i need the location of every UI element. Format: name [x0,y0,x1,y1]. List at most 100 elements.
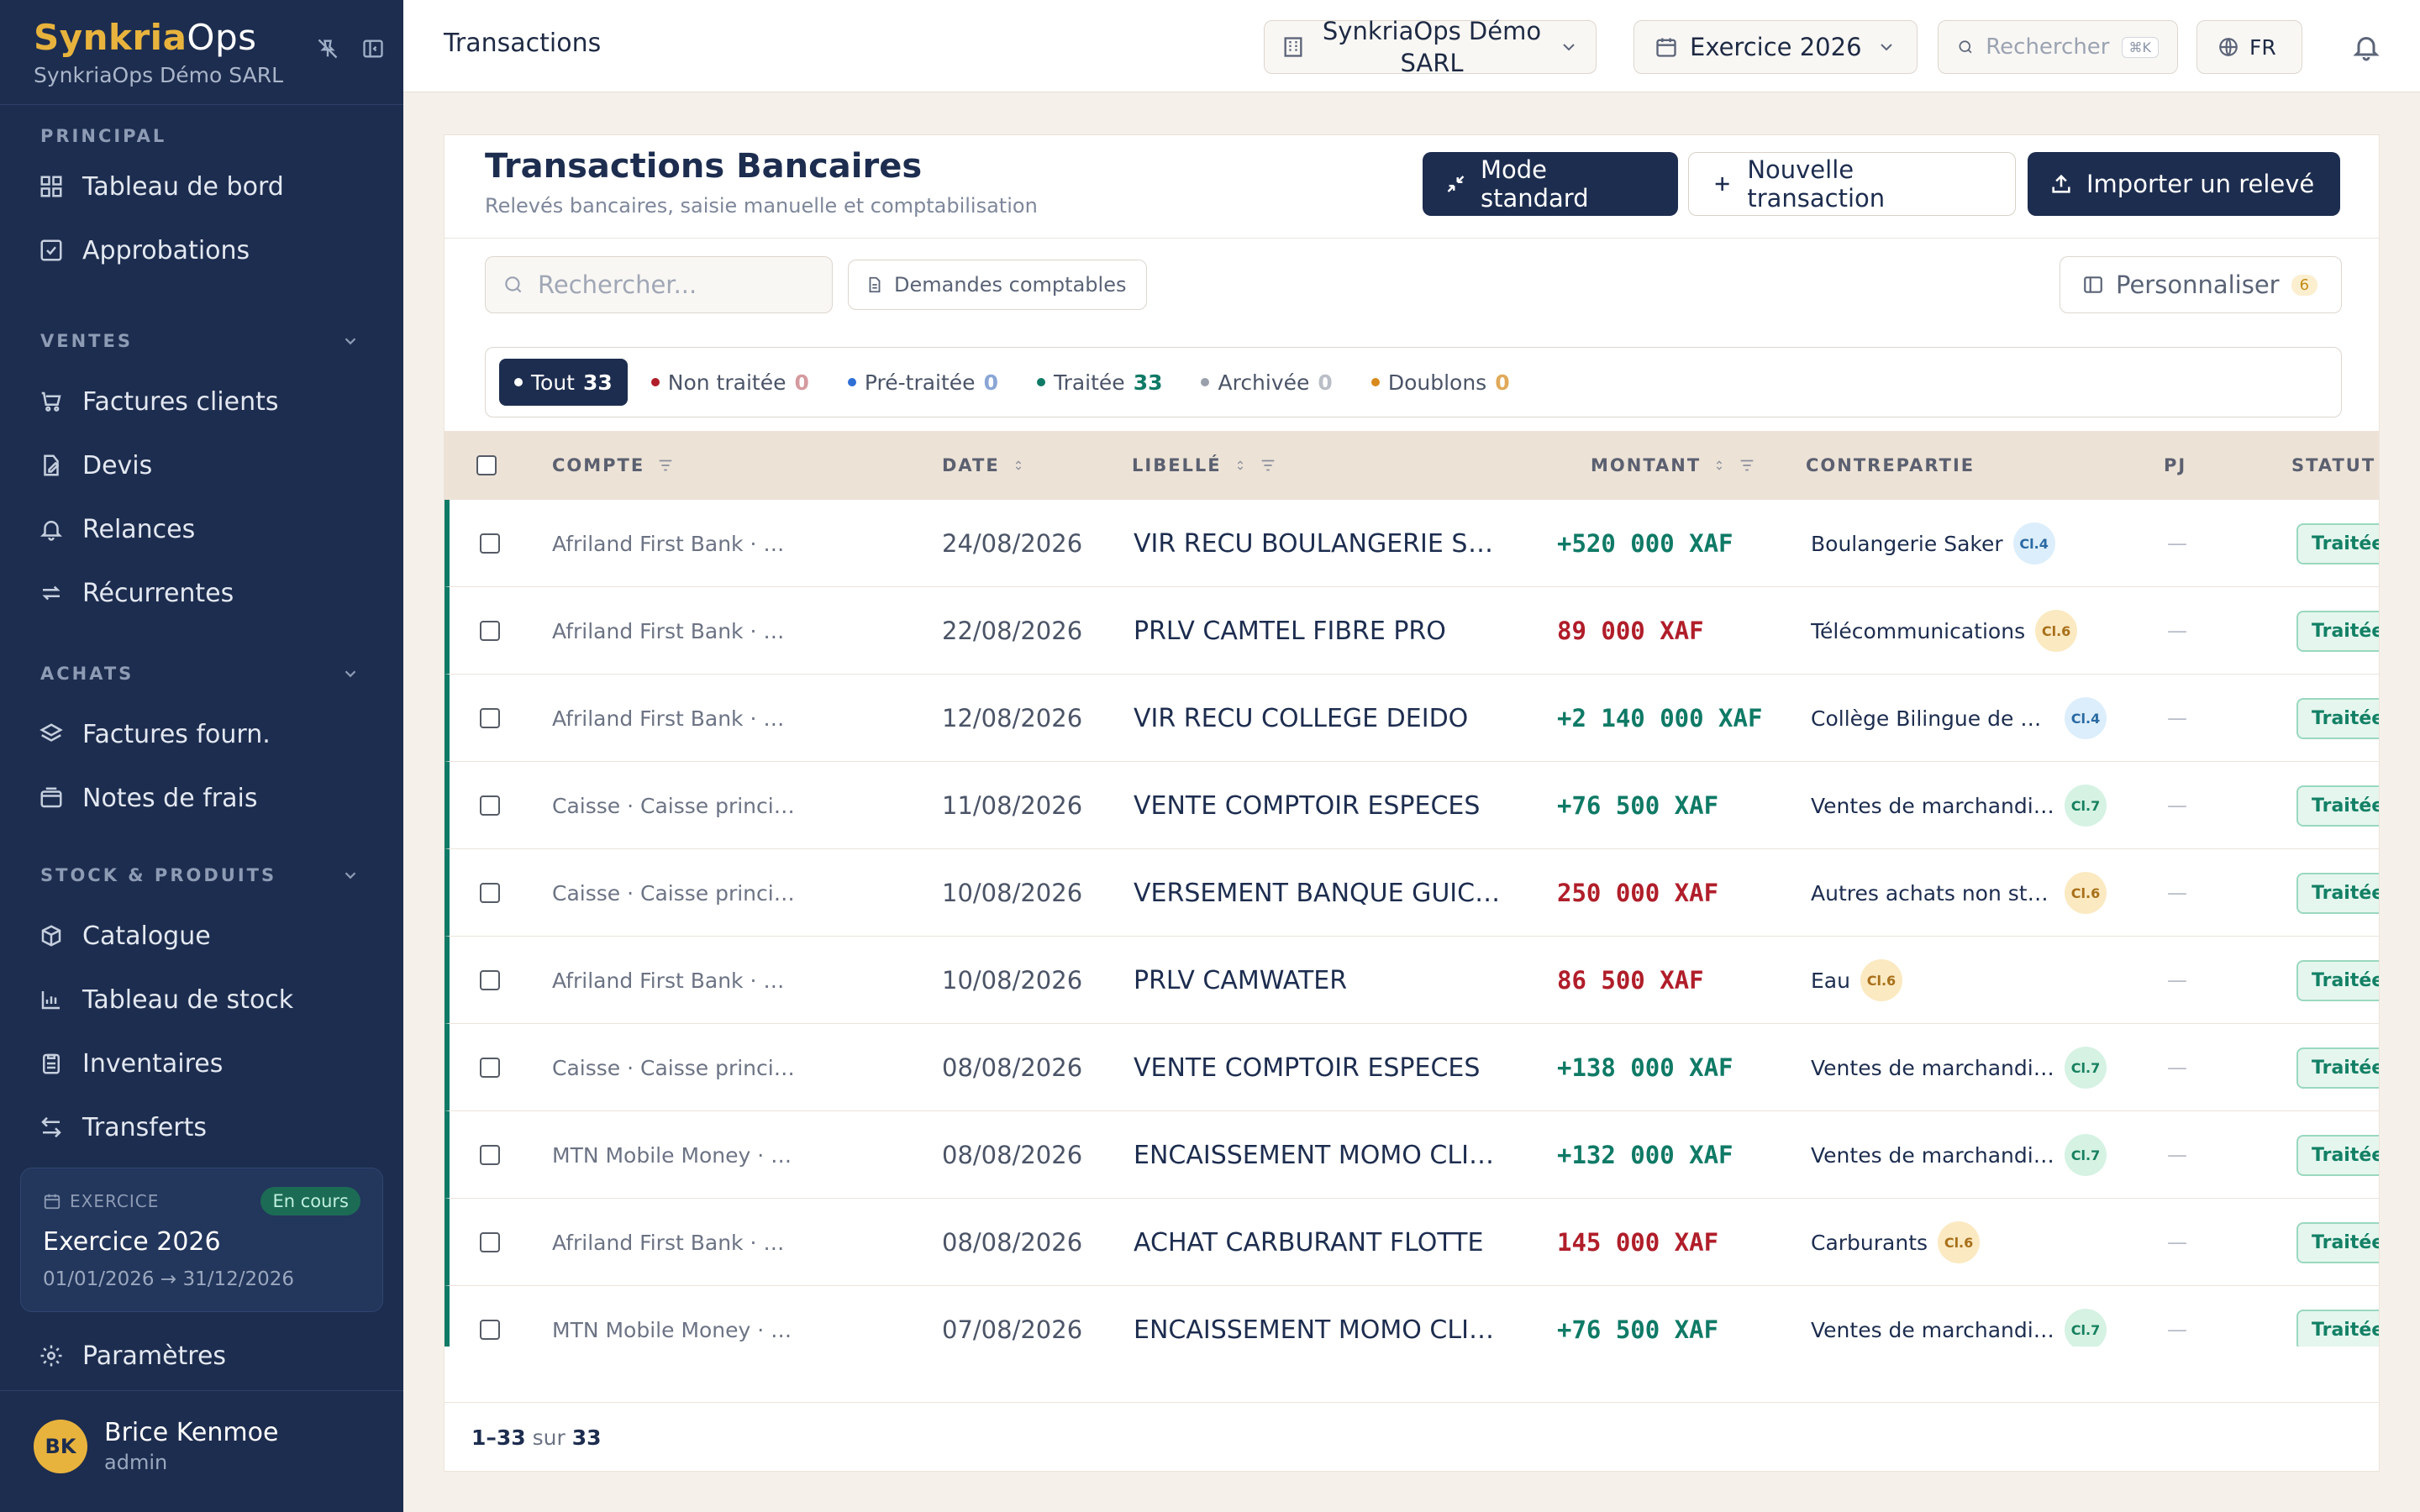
nav-expenses[interactable]: Notes de frais [0,766,403,830]
table-row[interactable]: Caisse · Caisse principale Akwa 11/08/20… [445,762,2379,849]
nav-inventories[interactable]: Inventaires [0,1032,403,1095]
cell-montant: 86 500 XAF [1557,966,1704,995]
status-badge: Traitée [2296,1309,2379,1347]
cell-date: 08/08/2026 [942,1228,1083,1257]
user-menu[interactable]: BK Brice Kenmoe admin [34,1418,278,1474]
nav-label: Relances [82,514,196,544]
exercise-card[interactable]: EXERCICE En cours Exercice 2026 01/01/20… [20,1168,383,1312]
chip-count: 0 [983,370,998,395]
row-checkbox[interactable] [480,675,500,762]
customize-columns-button[interactable]: Personnaliser 6 [2060,256,2342,313]
row-checkbox[interactable] [480,1199,500,1286]
pin-off-icon[interactable] [316,37,339,64]
nav-approvals[interactable]: Approbations [0,218,403,282]
section-achats[interactable]: ACHATS [0,655,403,692]
cell-libelle: ENCAISSEMENT MOMO CLIEN... [1134,1315,1508,1345]
table-row[interactable]: Afriland First Bank · Compte co... 10/08… [445,937,2379,1024]
columns-icon [2084,276,2102,293]
column-date[interactable]: DATE [942,455,1025,475]
new-transaction-button[interactable]: Nouvelle transaction [1688,152,2016,216]
cell-pj: — [2167,532,2187,555]
table-row[interactable]: Afriland First Bank · Compte co... 12/08… [445,675,2379,762]
status-badge: Traitée [2296,959,2379,1001]
nav-stock-board[interactable]: Tableau de stock [0,968,403,1032]
row-checkbox[interactable] [480,1111,500,1199]
chevron-down-icon [1563,44,1575,51]
calendar-icon [1656,38,1676,57]
cell-contrepartie: Carburants Cl.6 [1811,1199,2130,1286]
transactions-search-input[interactable]: Rechercher... [485,256,833,313]
cell-montant: 89 000 XAF [1557,617,1704,645]
chip-label: Doublons [1387,370,1487,395]
company-selector[interactable]: SynkriaOps Démo SARL [1264,17,1597,77]
row-checkbox[interactable] [480,937,500,1024]
account-class-badge: Cl.6 [2065,872,2107,914]
nav-transfers[interactable]: Transferts [0,1095,403,1159]
filter-untreated[interactable]: Non traitée 0 [636,359,824,406]
column-statut[interactable]: STATUT [2291,455,2375,475]
column-contrepartie[interactable]: CONTREPARTIE [1806,455,1975,475]
cell-statut: Traitée [2296,849,2379,937]
status-dot [514,378,523,386]
filter-all[interactable]: Tout 33 [499,359,628,406]
nav-label: Tableau de stock [82,984,294,1015]
column-libelle[interactable]: LIBELLÉ [1132,455,1277,475]
row-checkbox[interactable] [480,587,500,675]
nav-settings[interactable]: Paramètres [0,1324,403,1388]
filter-pretreated[interactable]: Pré-traitée 0 [833,359,1013,406]
box-icon [41,925,61,947]
wallet-icon [40,787,62,808]
pagination-of: sur [532,1425,566,1450]
cell-libelle: VIR RECU BOULANGERIE SAK... [1134,528,1508,559]
filter-archived[interactable]: Archivée 0 [1186,359,1347,406]
table-row[interactable]: Afriland First Bank · Compte co... 22/08… [445,587,2379,675]
cell-compte: Caisse · Caisse principale Akwa [552,880,796,906]
cell-statut: Traitée [2296,762,2379,849]
global-search[interactable]: Rechercher ⌘K [1938,20,2178,74]
filter-duplicates[interactable]: Doublons 0 [1356,359,1525,406]
table-row[interactable]: Afriland First Bank · Compte co... 24/08… [445,500,2379,587]
row-checkbox[interactable] [480,1286,500,1347]
nav-catalog[interactable]: Catalogue [0,904,403,968]
table-row[interactable]: Caisse · Caisse principale Akwa 10/08/20… [445,849,2379,937]
row-checkbox[interactable] [480,762,500,849]
accounting-requests-button[interactable]: Demandes comptables [848,260,1147,310]
notifications-button[interactable] [2351,32,2381,66]
language-selector[interactable]: FR [2196,20,2302,74]
row-checkbox[interactable] [480,1024,500,1111]
select-all-checkbox[interactable] [476,455,497,475]
account-class-badge: Cl.7 [2065,1134,2107,1176]
nav-reminders[interactable]: Relances [0,497,403,561]
cell-pj: — [2167,969,2187,992]
table-row[interactable]: MTN Mobile Money · Wallet MT... 08/08/20… [445,1111,2379,1199]
nav-supplier-invoices[interactable]: Factures fourn. [0,702,403,766]
table-row[interactable]: Afriland First Bank · Compte co... 08/08… [445,1199,2379,1286]
brand[interactable]: SynkriaOps SynkriaOps Démo SARL [34,17,283,87]
nav-client-invoices[interactable]: Factures clients [0,370,403,433]
row-checkbox[interactable] [480,849,500,937]
cell-libelle: PRLV CAMWATER [1134,965,1348,995]
fiscal-year-selector[interactable]: Exercice 2026 [1634,20,1918,74]
document-icon [869,276,881,293]
column-compte[interactable]: COMPTE [552,455,675,475]
exercise-dates: 01/01/2026 → 31/12/2026 [43,1268,295,1290]
cell-statut: Traitée [2296,587,2379,675]
section-ventes[interactable]: VENTES [0,323,403,360]
chip-count: 33 [582,370,613,395]
collapse-sidebar-icon[interactable] [361,37,385,64]
nav-dashboard[interactable]: Tableau de bord [0,155,403,218]
account-class-badge: Cl.7 [2065,1047,2107,1089]
section-stock[interactable]: STOCK & PRODUITS [0,857,403,894]
nav-recurring[interactable]: Récurrentes [0,561,403,625]
table-row[interactable]: MTN Mobile Money · Wallet MT... 07/08/20… [445,1286,2379,1347]
nav-quotes[interactable]: Devis [0,433,403,497]
column-montant[interactable]: MONTANT [1591,455,1756,475]
import-statement-button[interactable]: Importer un relevé [2028,152,2340,216]
cell-statut: Traitée [2296,1199,2379,1286]
mode-standard-button[interactable]: Mode standard [1423,152,1678,216]
row-checkbox[interactable] [480,500,500,587]
cell-date: 07/08/2026 [942,1315,1083,1344]
nav-label: Tableau de bord [82,171,284,202]
filter-treated[interactable]: Traitée 33 [1022,359,1178,406]
table-row[interactable]: Caisse · Caisse principale Akwa 08/08/20… [445,1024,2379,1111]
